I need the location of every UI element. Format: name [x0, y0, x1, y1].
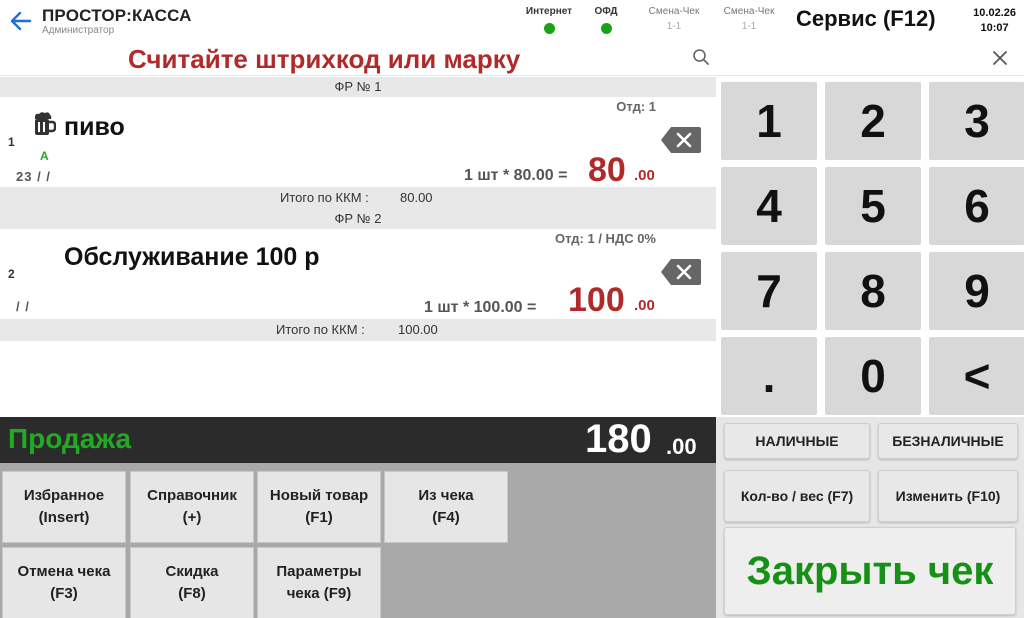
numpad-key-1[interactable]: 1 — [721, 82, 817, 160]
service-button[interactable]: Сервис (F12) — [796, 6, 936, 32]
item-dept: Отд: 1 — [616, 99, 656, 114]
search-icon[interactable] — [692, 48, 710, 66]
close-check-button[interactable]: Закрыть чек — [724, 527, 1016, 615]
button-label: Отмена чека — [17, 563, 111, 580]
numpad-key-8[interactable]: 8 — [825, 252, 921, 330]
fr-subtotal: Итого по ККМ : 100.00 — [0, 319, 716, 341]
button-hotkey: (F1) — [305, 509, 333, 526]
date: 10.02.26 — [973, 7, 1016, 19]
numpad-key-5[interactable]: 5 — [825, 167, 921, 245]
app-title: ПРОСТОР:КАССА — [42, 6, 192, 25]
numpad-key-4[interactable]: 4 — [721, 167, 817, 245]
beer-mug-icon — [35, 112, 56, 135]
subtotal-value: 80.00 — [400, 190, 433, 205]
button-label: Скидка — [165, 563, 219, 580]
current-user: Администратор — [42, 25, 115, 36]
numpad-key-2[interactable]: 2 — [825, 82, 921, 160]
status-ok-dot-icon — [543, 23, 555, 34]
button-label: Избранное — [23, 487, 105, 504]
button-hotkey: чека (F9) — [286, 585, 352, 602]
from-check-button[interactable]: Из чека (F4) — [384, 471, 508, 543]
item-name: Обслуживание 100 р — [64, 243, 320, 271]
button-label: Из чека — [418, 487, 474, 504]
button-label: Справочник — [147, 487, 237, 504]
item-codes: / / — [16, 299, 30, 314]
numpad-key-7[interactable]: 7 — [721, 252, 817, 330]
status-shift-1: Смена-Чек 1-1 — [644, 6, 704, 32]
shift-label: Смена-Чек — [648, 6, 700, 17]
favorites-button[interactable]: Избранное (Insert) — [2, 471, 126, 543]
item-price-decimal: .00 — [634, 167, 655, 184]
delete-item-icon[interactable] — [661, 259, 701, 285]
item-price-decimal: .00 — [634, 297, 655, 314]
button-hotkey: (Insert) — [38, 509, 90, 526]
time: 10:07 — [980, 22, 1009, 34]
status-ofd: ОФД — [576, 6, 636, 34]
payment-panel: НАЛИЧНЫЕ БЕЗНАЛИЧНЫЕ Кол-во / вес (F7) И… — [716, 417, 1024, 618]
cancel-check-button[interactable]: Отмена чека (F3) — [2, 547, 126, 618]
numpad-key-9[interactable]: 9 — [929, 252, 1024, 330]
total-amount-decimal: .00 — [666, 434, 697, 459]
operation-mode: Продажа — [8, 423, 132, 454]
item-qty: 1 шт * 100.00 = — [424, 299, 537, 316]
datetime: 10.02.26 10:07 — [973, 6, 1016, 36]
new-item-button[interactable]: Новый товар (F1) — [257, 471, 381, 543]
button-hotkey: (F4) — [432, 509, 460, 526]
quantity-weight-button[interactable]: Кол-во / вес (F7) — [724, 470, 870, 522]
numpad-key-3[interactable]: 3 — [929, 82, 1024, 160]
total-amount: 180 — [585, 417, 652, 461]
shift-label: Смена-Чек — [723, 6, 775, 17]
shift-value: 1-1 — [741, 21, 757, 32]
button-label: Параметры — [276, 563, 362, 580]
subtotal-label: Итого по ККМ : — [276, 322, 365, 337]
item-name: пиво — [64, 113, 125, 141]
discount-button[interactable]: Скидка (F8) — [130, 547, 254, 618]
numpad-key-0[interactable]: 0 — [825, 337, 921, 415]
catalog-button[interactable]: Справочник (+) — [130, 471, 254, 543]
fr-subtotal: Итого по ККМ : 80.00 — [0, 187, 716, 209]
fr-header: ФР № 2 — [0, 209, 716, 229]
status-ok-dot-icon — [600, 23, 612, 34]
delete-item-icon[interactable] — [661, 127, 701, 153]
scan-bar[interactable]: Считайте штрихкод или марку — [0, 40, 1024, 76]
item-qty: 1 шт * 80.00 = — [464, 167, 568, 184]
edit-button[interactable]: Изменить (F10) — [878, 470, 1018, 522]
header: ПРОСТОР:КАССА Администратор Интернет ОФД… — [0, 0, 1024, 40]
status-ofd-label: ОФД — [594, 6, 618, 17]
button-label: Новый товар — [269, 487, 369, 504]
button-hotkey: (F3) — [50, 585, 78, 602]
shift-value: 1-1 — [666, 21, 682, 32]
receipt-list: ФР № 1 1 пиво А Отд: 1 23 / / 1 шт * 80.… — [0, 77, 716, 417]
subtotal-label: Итого по ККМ : — [280, 190, 369, 205]
check-params-button[interactable]: Параметры чека (F9) — [257, 547, 381, 618]
numpad-key-backspace[interactable]: < — [929, 337, 1024, 415]
receipt-item[interactable]: 1 пиво А Отд: 1 23 / / 1 шт * 80.00 = 80… — [0, 97, 716, 189]
scan-prompt: Считайте штрихкод или марку — [128, 44, 521, 74]
item-dept: Отд: 1 / НДС 0% — [554, 231, 656, 246]
numpad-key-dot[interactable]: . — [721, 337, 817, 415]
function-panel: Избранное (Insert) Справочник (+) Новый то… — [0, 463, 716, 618]
button-hotkey: (F8) — [178, 585, 206, 602]
status-shift-2: Смена-Чек 1-1 — [719, 6, 779, 32]
button-hotkey: (+) — [182, 509, 202, 526]
cash-button[interactable]: НАЛИЧНЫЕ — [724, 423, 870, 459]
item-tag: А — [40, 149, 49, 163]
back-arrow-icon[interactable] — [8, 8, 34, 34]
numpad: 1 2 3 4 5 6 7 8 9 . 0 < — [716, 77, 1024, 417]
status-internet: Интернет — [519, 6, 579, 34]
total-bar: Продажа 180 .00 — [0, 417, 716, 463]
item-codes: 23 / / — [16, 169, 51, 184]
subtotal-value: 100.00 — [398, 322, 438, 337]
item-price: 80 — [588, 151, 626, 189]
receipt-item[interactable]: 2 Обслуживание 100 р Отд: 1 / НДС 0% / /… — [0, 229, 716, 319]
item-index: 2 — [8, 267, 15, 281]
fr-header: ФР № 1 — [0, 77, 716, 97]
item-index: 1 — [8, 135, 15, 149]
close-icon[interactable] — [990, 48, 1010, 68]
item-price: 100 — [568, 281, 625, 319]
numpad-key-6[interactable]: 6 — [929, 167, 1024, 245]
card-button[interactable]: БЕЗНАЛИЧНЫЕ — [878, 423, 1018, 459]
status-internet-label: Интернет — [525, 6, 573, 17]
